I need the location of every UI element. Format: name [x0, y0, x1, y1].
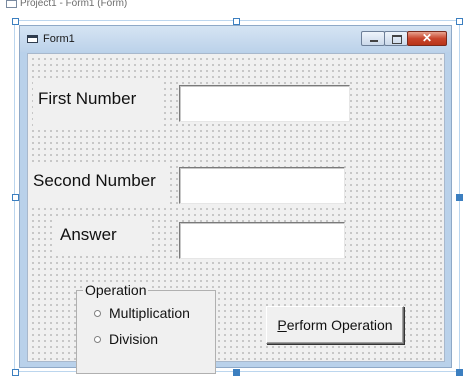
answer-input[interactable] [179, 222, 345, 259]
resize-handle-top [233, 18, 240, 25]
window-title: Form1 [43, 33, 75, 45]
title-bar[interactable]: Form1 ✕ [20, 26, 451, 52]
maximize-button[interactable] [384, 31, 408, 46]
resize-handle-bottom[interactable] [233, 369, 240, 376]
perform-operation-button[interactable]: Perform Operation [266, 306, 404, 344]
division-radio[interactable]: Division [94, 331, 159, 347]
resize-handle-top-left [12, 18, 19, 25]
close-button[interactable]: ✕ [407, 31, 447, 46]
radio-circle-icon [94, 335, 101, 343]
minimize-button[interactable] [361, 31, 385, 46]
button-accelerator: P [277, 317, 287, 333]
form-designer-icon [6, 0, 17, 8]
second-number-label: Second Number [29, 170, 160, 192]
multiplication-radio[interactable]: Multiplication [94, 305, 190, 321]
second-number-input[interactable] [179, 167, 345, 204]
resize-handle-right[interactable] [456, 194, 463, 201]
operation-frame-legend: Operation [83, 282, 149, 298]
resize-handle-bottom-right[interactable] [456, 369, 463, 376]
first-number-label: First Number [34, 88, 141, 110]
maximize-icon [385, 32, 407, 45]
form-client-area[interactable]: First Number Second Number Answer Operat… [27, 53, 445, 374]
designer-window-title: Project1 - Form1 (Form) [6, 0, 306, 12]
division-radio-label: Division [109, 331, 159, 347]
answer-label: Answer [56, 224, 121, 246]
resize-handle-bottom-left [12, 369, 19, 376]
close-icon: ✕ [421, 31, 433, 45]
radio-circle-icon [94, 309, 101, 317]
resize-handle-top-right [456, 18, 463, 25]
resize-handle-left [12, 194, 19, 201]
minimize-icon [362, 32, 384, 45]
multiplication-radio-label: Multiplication [109, 305, 190, 321]
form-icon [27, 35, 38, 43]
first-number-input[interactable] [179, 85, 350, 122]
caption-buttons: ✕ [361, 31, 447, 48]
form-window: Form1 ✕ First Number Second Number Answe… [19, 25, 452, 374]
button-label: erform Operation [286, 317, 393, 333]
